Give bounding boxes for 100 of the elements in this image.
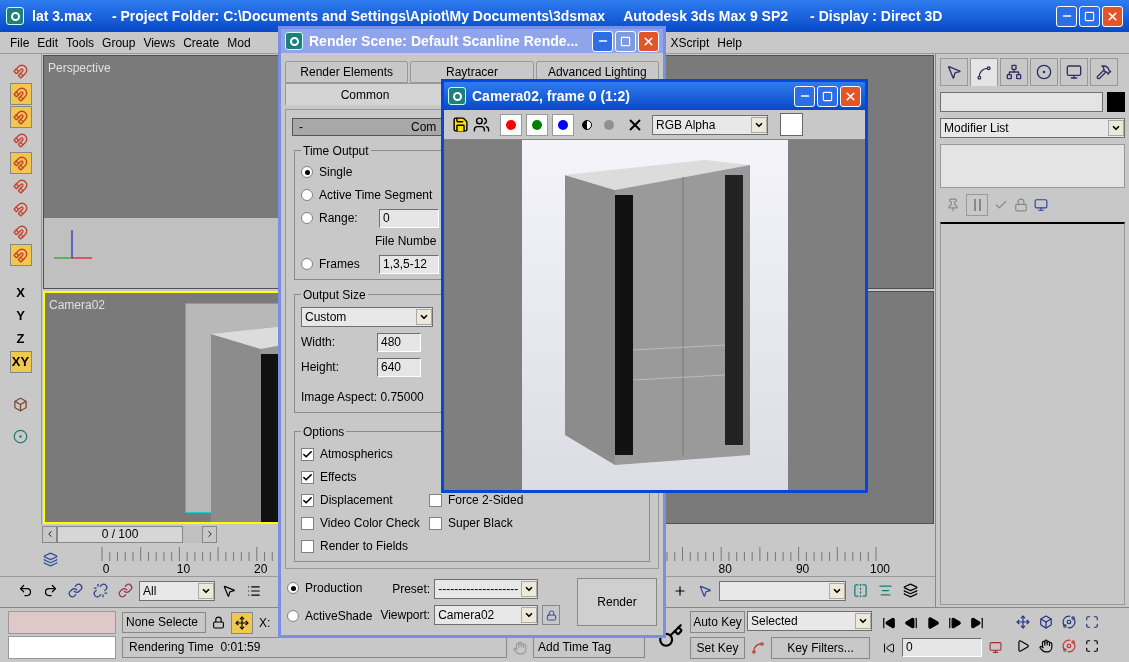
radio-button[interactable]: [301, 212, 313, 224]
redo-icon: [42, 583, 58, 598]
named-selection-dropdown[interactable]: [719, 580, 846, 601]
display-channel-dropdown[interactable]: RGB Alpha: [652, 114, 768, 135]
circle-dot-icon: [13, 428, 28, 444]
command-panel-tab[interactable]: [1060, 58, 1088, 86]
command-panel-tab[interactable]: [970, 58, 998, 86]
checkbox[interactable]: [301, 493, 314, 507]
command-panel-tab[interactable]: [940, 58, 968, 86]
minimize-button[interactable]: [794, 85, 815, 107]
current-frame-field[interactable]: 0: [902, 638, 982, 657]
command-panel-tab[interactable]: [1030, 58, 1058, 86]
ruler-label: 10: [176, 560, 191, 578]
menu-item[interactable]: Views: [139, 33, 180, 52]
channel-toggle[interactable]: [500, 113, 522, 136]
ruler-label: 20: [254, 560, 268, 578]
selection-filter-dropdown[interactable]: All: [139, 580, 215, 601]
render-button[interactable]: Render: [577, 578, 657, 626]
axis-constraint-button[interactable]: XY: [9, 351, 32, 373]
minimize-button[interactable]: [1056, 5, 1077, 27]
menu-item[interactable]: Group: [98, 33, 140, 52]
dropdown-arrow-button[interactable]: [416, 309, 432, 325]
key-filters-button[interactable]: Key Filters...: [771, 636, 870, 659]
menu-item[interactable]: Tools: [62, 33, 99, 52]
listener-field[interactable]: [8, 611, 116, 634]
close-button[interactable]: [638, 30, 659, 52]
axis-constraint-button[interactable]: Z: [9, 328, 32, 350]
command-panel-tab[interactable]: [1000, 58, 1028, 86]
magnet-icon: [13, 201, 28, 217]
menu-item[interactable]: Create: [179, 33, 224, 52]
radio-button[interactable]: [301, 189, 313, 201]
render-preset-dropdown[interactable]: --------------------: [434, 579, 539, 599]
output-preset-dropdown[interactable]: Custom: [301, 307, 433, 327]
viewport-label: Viewport:: [380, 607, 431, 624]
checkbox[interactable]: [429, 493, 442, 507]
toolbar-button[interactable]: [231, 611, 253, 634]
magnet-icon: [13, 224, 28, 240]
dropdown-arrow-button[interactable]: [1108, 120, 1124, 136]
frame-range-field[interactable]: 1,3,5-12: [379, 254, 439, 274]
radio-button[interactable]: [301, 166, 313, 178]
monochrome-icon[interactable]: [582, 119, 592, 130]
key-icon[interactable]: [658, 623, 684, 649]
key-mode-dropdown[interactable]: Selected: [747, 611, 872, 631]
clone-icon[interactable]: [473, 116, 490, 133]
object-name-field[interactable]: [940, 92, 1103, 112]
axis-constraint-button[interactable]: Y: [9, 305, 32, 327]
dropdown-arrow-button[interactable]: [197, 582, 214, 599]
cursor-icon: [946, 64, 962, 80]
close-button[interactable]: [1102, 5, 1123, 27]
play-icon: [926, 615, 940, 630]
previous-frame-button[interactable]: [42, 525, 57, 543]
radio-button[interactable]: [287, 582, 299, 594]
modifier-list-dropdown[interactable]: Modifier List: [940, 118, 1125, 138]
lock-icon[interactable]: [212, 616, 225, 629]
viewport-label: Camera02: [49, 296, 106, 314]
menu-item[interactable]: Mod: [223, 33, 255, 52]
dropdown-arrow-button[interactable]: [829, 582, 845, 599]
width-field[interactable]: 480: [377, 332, 421, 352]
close-button[interactable]: [840, 85, 861, 107]
save-icon[interactable]: [452, 116, 469, 133]
menu-item[interactable]: File: [6, 33, 34, 52]
layers-icon: [902, 583, 918, 598]
configure-icon[interactable]: [1034, 198, 1048, 212]
listener-output[interactable]: [8, 636, 116, 659]
menu-item[interactable]: Edit: [33, 33, 63, 52]
dropdown-arrow-button[interactable]: [521, 607, 538, 623]
checkbox[interactable]: [429, 516, 442, 530]
maximize-button[interactable]: [615, 30, 636, 52]
check-icon[interactable]: [994, 198, 1008, 212]
channel-toggle[interactable]: [526, 113, 548, 136]
dropdown-arrow-button[interactable]: [521, 581, 538, 597]
menu-item[interactable]: Help: [713, 33, 746, 52]
channel-toggle[interactable]: [552, 113, 574, 136]
checkbox[interactable]: [301, 447, 314, 461]
axis-constraint-button[interactable]: X: [9, 282, 32, 304]
project-folder-text: - Project Folder: C:\Documents and Settings\Apiot\My Documents\3dsmax: [111, 6, 606, 26]
set-key-button[interactable]: Set Key: [690, 636, 745, 659]
dropdown-arrow-button[interactable]: [855, 613, 871, 629]
checkbox[interactable]: [301, 516, 314, 530]
command-panel-tab[interactable]: [1090, 58, 1118, 86]
checkbox[interactable]: [301, 539, 314, 553]
menu-item[interactable]: XScript: [666, 33, 714, 52]
color-swatch[interactable]: [780, 113, 803, 136]
track-bar-icon[interactable]: [42, 552, 58, 567]
object-color-swatch[interactable]: [1107, 92, 1125, 112]
auto-key-button[interactable]: Auto Key: [690, 611, 745, 633]
maximize-viewport-icon: [1085, 638, 1099, 653]
lock-button[interactable]: [542, 605, 561, 625]
maximize-button[interactable]: [817, 85, 838, 107]
dialog-tab[interactable]: Render Elements: [285, 61, 409, 83]
viewport-dropdown[interactable]: Camera02: [434, 605, 539, 625]
radio-button[interactable]: [301, 258, 313, 270]
checkbox[interactable]: [301, 470, 314, 484]
dropdown-arrow-button[interactable]: [751, 116, 767, 133]
radio-button[interactable]: [287, 610, 299, 622]
rollout-toggle[interactable]: -: [299, 118, 303, 136]
minimize-button[interactable]: [592, 30, 613, 52]
height-field[interactable]: 640: [377, 357, 421, 377]
maximize-button[interactable]: [1079, 5, 1100, 27]
frame-range-field[interactable]: 0: [379, 208, 439, 228]
